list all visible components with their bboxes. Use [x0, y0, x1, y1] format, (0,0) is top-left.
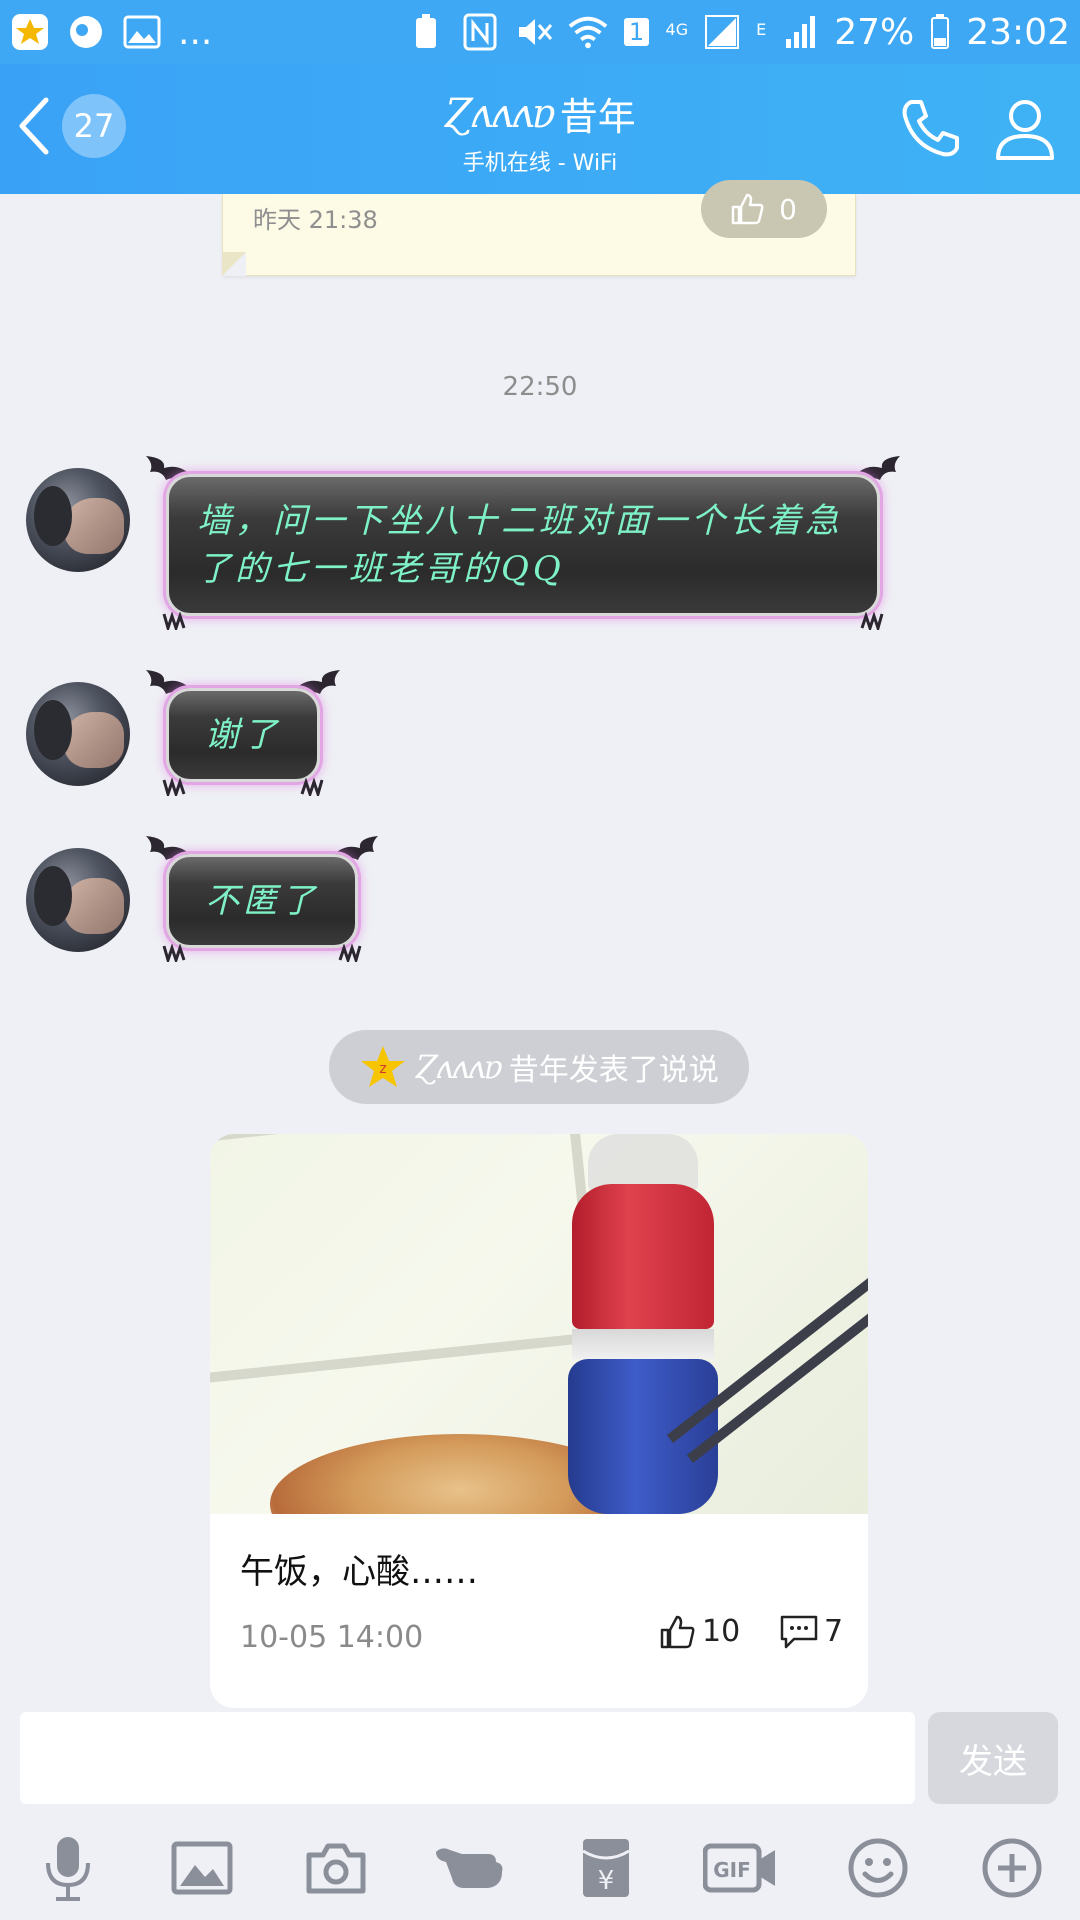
microphone-icon[interactable] [30, 1830, 106, 1906]
battery-icon [928, 12, 952, 52]
qzone-notification-icon [10, 12, 50, 52]
post-time: 10-05 14:00 [240, 1620, 424, 1655]
gallery-notification-icon [122, 12, 162, 52]
sim-badge: 1 [622, 12, 652, 52]
input-toolbar: ¥ GIF [0, 1830, 1080, 1910]
thumbs-up-icon [731, 193, 764, 225]
camera-icon[interactable] [298, 1830, 374, 1906]
claw-decoration [300, 778, 324, 796]
avatar[interactable] [26, 468, 130, 572]
qzone-star-icon: z [361, 1046, 406, 1087]
claw-decoration [162, 778, 186, 796]
message-text: 谢了 [166, 688, 320, 782]
tray-shape [210, 1134, 602, 1386]
claw-decoration [162, 944, 186, 962]
nfc-icon [460, 12, 500, 52]
previous-post-card[interactable]: 昨天 21:38 0 [222, 180, 856, 276]
clock: 23:02 [966, 11, 1070, 53]
post-comment-button[interactable]: 7 [780, 1614, 843, 1649]
message-bubble[interactable]: 不匿了 [146, 836, 378, 962]
plus-icon[interactable] [974, 1830, 1050, 1906]
chat-header: 27 Ɀʌʌʌɐ 昔年 手机在线 - WiFi [0, 64, 1080, 194]
post-like-count: 10 [702, 1614, 741, 1649]
notice-text: 昔年发表了说说 [508, 1053, 719, 1088]
network-e-label: E [756, 19, 767, 39]
avatar[interactable] [26, 848, 130, 952]
claw-decoration [860, 612, 884, 630]
phone-icon[interactable] [895, 94, 965, 164]
signal-icon-2 [780, 12, 820, 52]
post-like-button[interactable]: 10 [660, 1614, 740, 1649]
claw-decoration [162, 612, 186, 630]
contact-signature: Ɀʌʌʌɐ [444, 90, 555, 137]
comment-icon [780, 1615, 818, 1648]
card-fold [222, 252, 246, 276]
gif-icon[interactable]: GIF [702, 1830, 778, 1906]
claw-decoration [338, 944, 362, 962]
notice-signature: Ɀʌʌʌɐ [415, 1048, 503, 1086]
network-4g-label: 4G [665, 19, 689, 39]
previous-like-button[interactable]: 0 [701, 180, 827, 238]
qzone-post-card[interactable]: 午饭，心酸…… 10-05 14:00 10 7 [210, 1134, 868, 1708]
svg-text:GIF: GIF [713, 1858, 751, 1882]
post-text: 午饭，心酸…… [240, 1552, 478, 1592]
message-text: 不匿了 [166, 854, 358, 948]
battery-percent: 27% [834, 11, 915, 53]
message-input[interactable] [20, 1712, 915, 1804]
mute-icon [514, 12, 554, 52]
post-photo[interactable] [210, 1134, 868, 1514]
wifi-icon [568, 12, 608, 52]
avatar[interactable] [26, 682, 130, 786]
chat-timestamp: 22:50 [502, 372, 578, 402]
red-packet-icon[interactable]: ¥ [568, 1830, 644, 1906]
status-bar: ... 1 4G E 27% 23:02 [0, 0, 1080, 64]
post-comment-count: 7 [824, 1614, 844, 1649]
message-bubble[interactable]: 墙，问一下坐八十二班对面一个长着急了的七一班老哥的QQ [146, 456, 900, 630]
app-notification-icon [66, 12, 106, 52]
image-icon[interactable] [164, 1830, 240, 1906]
emoji-icon[interactable] [840, 1830, 916, 1906]
signal-icon [702, 12, 742, 52]
battery-saver-icon [406, 12, 446, 52]
overflow-dots: ... [178, 11, 213, 53]
svg-text:¥: ¥ [598, 1866, 615, 1896]
send-button[interactable]: 发送 [928, 1712, 1058, 1804]
qzone-post-notice[interactable]: z Ɀʌʌʌɐ 昔年发表了说说 [329, 1030, 749, 1104]
contact-name: 昔年 [559, 95, 636, 139]
profile-icon[interactable] [990, 94, 1060, 164]
svg-text:z: z [380, 1061, 387, 1077]
poke-hand-icon[interactable] [432, 1830, 508, 1906]
message-text: 墙，问一下坐八十二班对面一个长着急了的七一班老哥的QQ [166, 474, 880, 616]
previous-post-time: 昨天 21:38 [253, 206, 378, 234]
thumbs-up-icon [660, 1615, 695, 1648]
message-bubble[interactable]: 谢了 [146, 670, 340, 796]
previous-like-count: 0 [779, 192, 797, 226]
